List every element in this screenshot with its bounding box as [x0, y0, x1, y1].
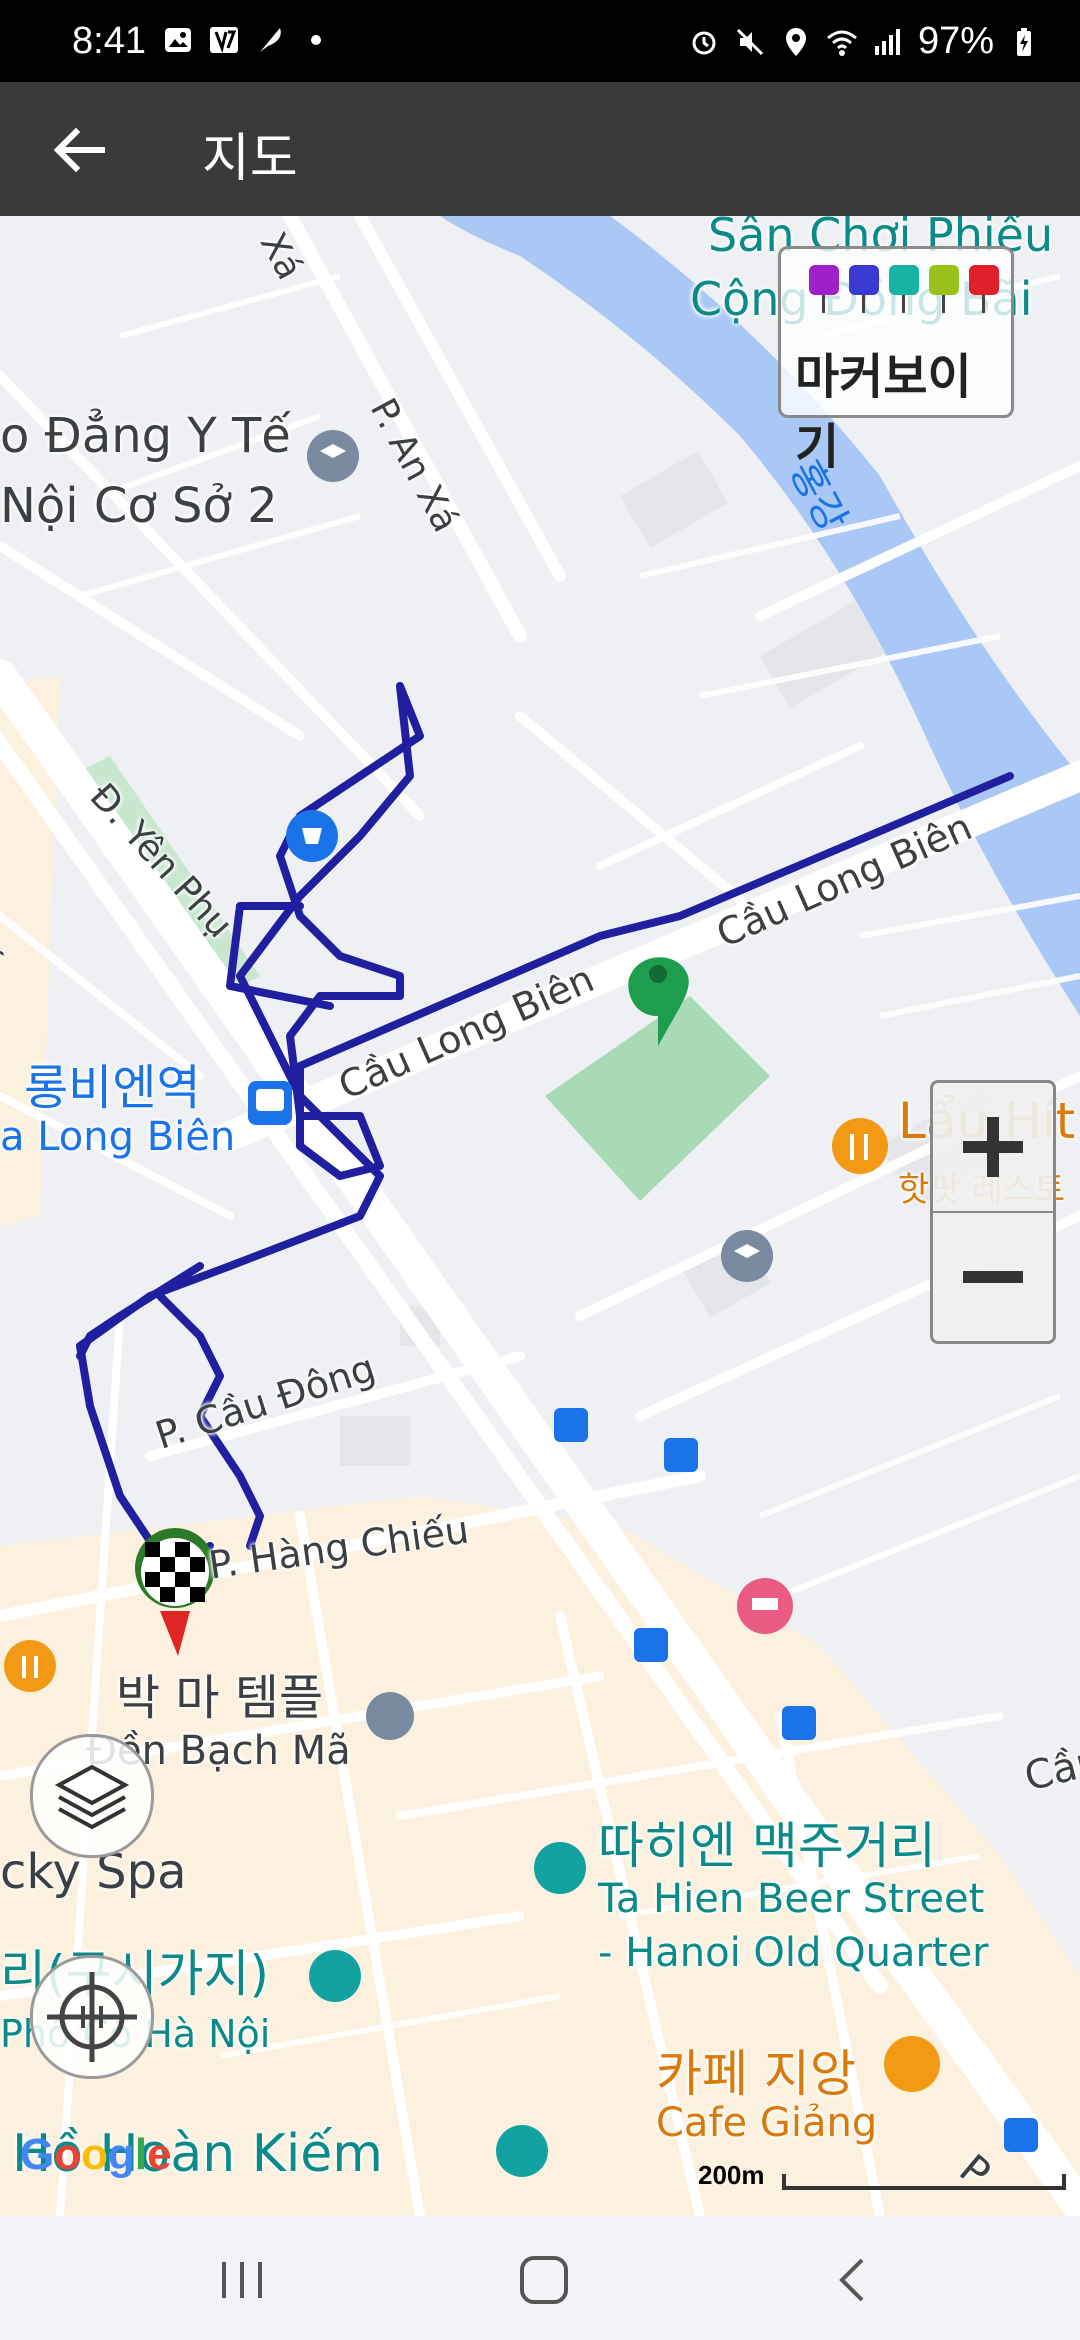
zoom-out-button[interactable]: [933, 1213, 1053, 1341]
map-label: a Long Biên: [0, 1114, 236, 1160]
signal-icon: [874, 28, 900, 55]
map-label: Nội Cơ Sở 2: [0, 478, 278, 534]
video-icon: [849, 265, 879, 313]
map-label: 카페 지앙: [656, 2045, 856, 2103]
google-logo: Google: [20, 2130, 172, 2179]
back-icon[interactable]: [820, 2248, 884, 2312]
map-label: Ta Hien Beer Street: [598, 1876, 985, 1922]
scale-bar: [782, 2174, 1066, 2190]
feather-icon: [260, 28, 281, 52]
crosshair-icon: [47, 1972, 137, 2062]
image-icon: [165, 28, 191, 52]
app-bar: 지도: [0, 82, 1080, 216]
locate-button[interactable]: [30, 1955, 154, 2079]
map-label: 따히엔 맥주거리: [598, 1817, 936, 1875]
minus-icon: [963, 1271, 1023, 1283]
status-time: 8:41: [72, 20, 146, 62]
location-icon: [785, 27, 806, 56]
plus-icon: [963, 1117, 1023, 1177]
mute-icon: [736, 28, 763, 55]
map-label: 박 마 템플: [116, 1670, 324, 1726]
system-nav-bar: [0, 2216, 1080, 2340]
map-label: 롱비엔역: [24, 1060, 201, 1116]
map-view[interactable]: Sân Chơi Phiếu Cộng Đồng Bãi Xá P. An Xá…: [0, 216, 1080, 2216]
zoom-in-button[interactable]: [933, 1083, 1053, 1213]
home-icon[interactable]: [512, 2248, 576, 2312]
flag-icon: [969, 265, 999, 313]
map-label: o Đẳng Y Tế: [0, 408, 291, 464]
map-label: Cafe Giảng: [656, 2100, 878, 2146]
map-label: - Hanoi Old Quarter: [598, 1930, 989, 1976]
layers-button[interactable]: [30, 1734, 154, 1858]
dot-icon: [311, 35, 321, 45]
show-markers-button[interactable]: 마커보이기: [778, 246, 1014, 475]
zoom-controls: [930, 1080, 1056, 1344]
alarm-icon: [692, 31, 716, 54]
show-markers-label: 마커보이기: [795, 349, 972, 475]
app-icon: [210, 27, 238, 54]
layers-icon: [54, 1764, 130, 1830]
arrow-left-icon[interactable]: [50, 120, 110, 180]
status-bar: 8:41 97%: [0, 0, 1080, 82]
scale-label: 200m: [698, 2160, 765, 2190]
battery-level: 97%: [917, 20, 994, 62]
page-title: 지도: [202, 129, 298, 189]
camera-icon: [809, 265, 839, 313]
battery-icon: [1017, 27, 1031, 56]
recents-icon[interactable]: [210, 2252, 274, 2308]
note-icon: [929, 265, 959, 313]
wifi-icon: [826, 30, 857, 56]
mic-icon: [889, 265, 919, 313]
